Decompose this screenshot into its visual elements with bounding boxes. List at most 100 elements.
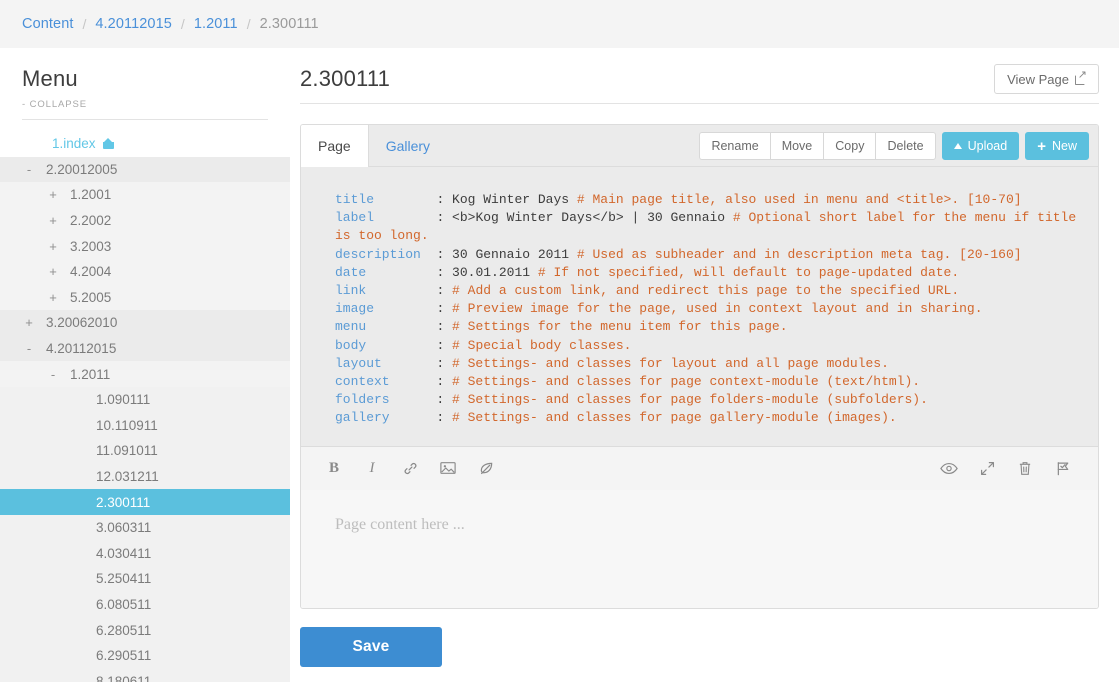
content-header-divider [300,103,1099,104]
tree-item-label: 1.2011 [70,366,111,382]
tree-item-1.index[interactable]: 1.index [0,131,290,157]
tab-page[interactable]: Page [301,125,369,167]
italic-icon[interactable]: I [353,453,391,483]
rename-button[interactable]: Rename [699,132,770,160]
tree-item-1.2011[interactable]: -1.2011 [0,361,290,387]
tree-item-label: 11.091011 [96,443,158,459]
tree-item-label: 12.031211 [96,469,159,485]
breadcrumb-item-Content[interactable]: Content [22,16,74,32]
tree-item-label: 6.290511 [96,648,152,664]
tree-item-5.2005[interactable]: +5.2005 [0,284,290,311]
tree-item-label: 5.250411 [96,571,152,587]
tree-item-label: 8.180611 [96,673,152,682]
menu-tree: 1.index -2.20012005 +1.2001 +2.2002 +3.2003 +… [0,131,290,682]
home-icon [102,138,114,149]
collapse-icon[interactable]: - [46,368,60,381]
tree-item-label: 6.280511 [96,622,152,638]
caret-up-icon [953,143,962,149]
tree-item-label: 3.060311 [96,520,152,536]
page-content-input[interactable] [301,489,1098,608]
flag-check-icon[interactable] [1044,453,1082,483]
new-button[interactable]: + New [1025,132,1089,160]
tree-item-6.280511[interactable]: 6.280511 [0,617,290,643]
tree-item-2.20012005[interactable]: -2.20012005 [0,156,290,183]
tree-item-label: 5.2005 [70,289,112,305]
tree-item-8.180611[interactable]: 8.180611 [0,668,290,682]
breadcrumb-item-1.2011[interactable]: 1.2011 [194,16,238,32]
tree-item-label: 10.110911 [96,417,158,433]
expand-icon[interactable]: + [46,265,60,278]
expand-icon[interactable]: + [46,240,60,253]
view-page-button[interactable]: View Page [994,64,1099,94]
tree-item-3.2003[interactable]: +3.2003 [0,233,290,259]
tree-item-2.2002[interactable]: +2.2002 [0,207,290,234]
bold-icon[interactable]: B [315,453,353,483]
tab-strip: Page Gallery Rename Move Copy Delete Uplo… [301,125,1098,167]
config-code-region[interactable]: title : Kog Winter Days # Main page titl… [301,167,1098,446]
file-action-group: Rename Move Copy Delete [699,132,936,160]
breadcrumb-separator: / [82,16,87,32]
content-pane: 2.300111 View Page PageGallery Rename Mo… [290,48,1119,682]
collapse-icon[interactable]: - [22,342,36,355]
markdown-toolbar-right [930,453,1082,483]
tree-item-6.080511[interactable]: 6.080511 [0,591,290,618]
link-icon[interactable] [391,453,429,483]
upload-button[interactable]: Upload [941,132,1020,160]
tree-item-label: 2.2002 [70,213,112,229]
sidebar-divider [22,119,268,120]
tree-item-label: 4.030411 [96,545,152,561]
breadcrumb-item-4.20112015[interactable]: 4.20112015 [95,16,172,32]
leaf-icon[interactable] [467,453,505,483]
collapse-icon[interactable]: - [22,163,36,176]
eye-preview-icon[interactable] [930,453,968,483]
tree-item-4.20112015[interactable]: -4.20112015 [0,335,290,362]
upload-label: Upload [967,139,1008,153]
expand-icon[interactable]: + [46,188,60,201]
tree-item-label: 2.300111 [96,494,151,510]
content-header: 2.300111 View Page [300,64,1099,94]
tree-item-label: 6.080511 [96,596,152,612]
breadcrumb: Content / 4.20112015 / 1.2011 / 2.300111 [0,0,1119,48]
tree-item-5.250411[interactable]: 5.250411 [0,566,290,592]
expand-icon[interactable]: + [22,316,36,329]
breadcrumb-separator: / [246,16,251,32]
tab-gallery[interactable]: Gallery [369,125,447,167]
tree-item-label: 3.20062010 [46,315,118,331]
tree-item-3.20062010[interactable]: +3.20062010 [0,310,290,336]
menu-title: Menu [22,66,78,91]
markdown-toolbar: B I [301,445,1098,490]
trash-icon[interactable] [1006,453,1044,483]
sidebar-header: Menu - COLLAPSE [0,48,290,110]
tab-list: Page Gallery [301,125,447,167]
tree-item-2.300111[interactable]: 2.300111 [0,489,290,515]
tree-item-4.2004[interactable]: +4.2004 [0,258,290,285]
tree-item-6.290511[interactable]: 6.290511 [0,642,290,669]
tree-item-12.031211[interactable]: 12.031211 [0,463,290,490]
tree-item-label: 4.2004 [70,264,112,280]
delete-button[interactable]: Delete [875,132,936,160]
plus-icon: + [1037,137,1046,155]
breadcrumb-separator: / [180,16,185,32]
config-code[interactable]: title : Kog Winter Days # Main page titl… [301,191,1098,428]
collapse-toggle[interactable]: - COLLAPSE [22,99,268,110]
tree-item-label: 4.20112015 [46,341,117,357]
tree-item-3.060311[interactable]: 3.060311 [0,514,290,541]
editor-card: Page Gallery Rename Move Copy Delete Uplo… [300,124,1099,609]
tree-item-10.110911[interactable]: 10.110911 [0,412,290,439]
tree-item-1.2001[interactable]: +1.2001 [0,182,290,208]
copy-button[interactable]: Copy [823,132,876,160]
view-page-label: View Page [1007,71,1069,87]
tree-item-1.090111[interactable]: 1.090111 [0,386,290,413]
new-label: New [1051,139,1077,153]
expand-icon[interactable]: + [46,291,60,304]
save-button[interactable]: Save [300,626,442,667]
tab-actions: Rename Move Copy Delete Upload + New [699,125,1098,167]
page-title: 2.300111 [300,66,391,91]
move-button[interactable]: Move [769,132,824,160]
image-icon[interactable] [429,453,467,483]
expand-icon[interactable]: + [46,214,60,227]
expand-arrows-icon[interactable] [968,453,1006,483]
markdown-toolbar-left: B I [315,453,505,483]
tree-item-11.091011[interactable]: 11.091011 [0,438,290,464]
tree-item-4.030411[interactable]: 4.030411 [0,540,290,567]
